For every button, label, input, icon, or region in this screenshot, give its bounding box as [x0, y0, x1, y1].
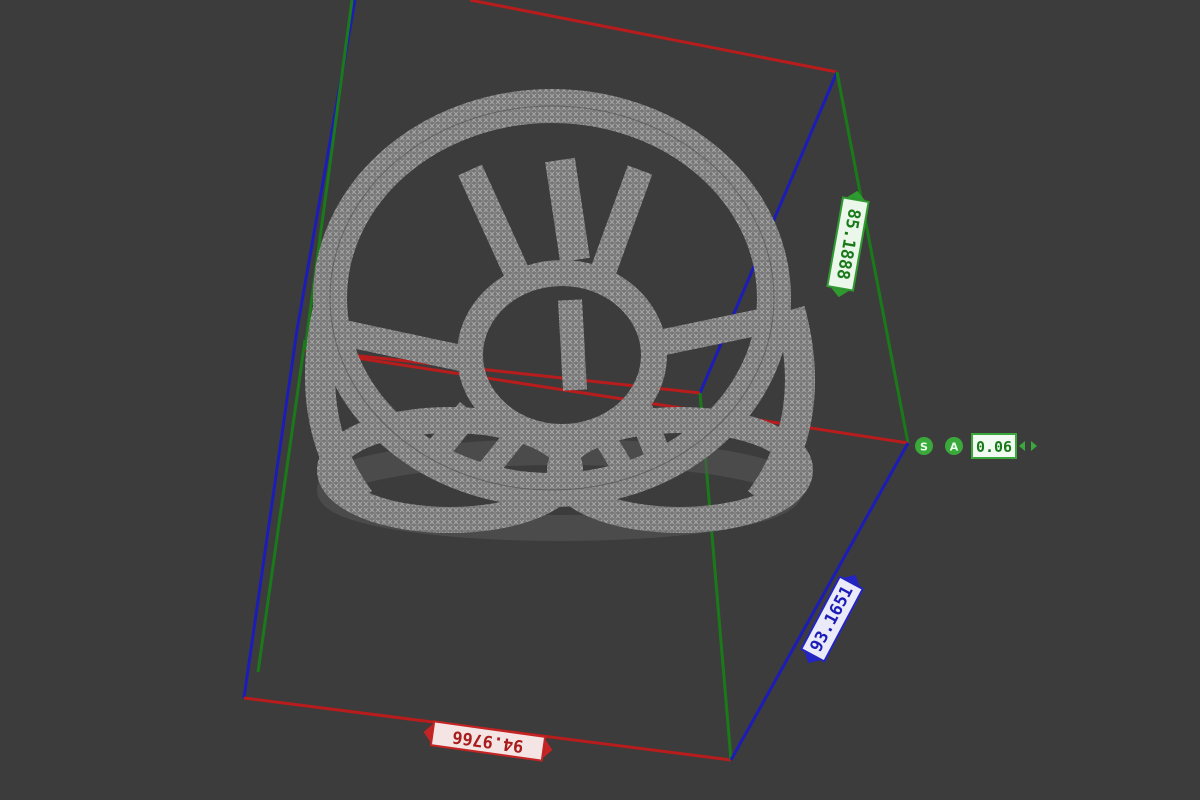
bbox-edge-x-top	[469, 0, 838, 74]
scale-a-button[interactable]: A	[945, 437, 963, 455]
viewport-canvas[interactable]: 85.1888 93.1651 94.9766 S A 0.06	[0, 0, 1200, 800]
scale-s-button[interactable]: S	[915, 437, 933, 455]
scale-increase-arrow-icon[interactable]	[1031, 441, 1037, 451]
bbox-edge-z-left	[242, 329, 299, 699]
3d-viewport[interactable]: 85.1888 93.1651 94.9766 S A 0.06	[0, 0, 1200, 800]
scale-control[interactable]: S A 0.06	[915, 433, 1037, 459]
dimension-width[interactable]: 94.9766	[422, 720, 554, 762]
scale-value: 0.06	[976, 438, 1012, 456]
dimension-depth[interactable]: 93.1651	[797, 569, 867, 670]
scale-value-field[interactable]: 0.06	[971, 433, 1017, 459]
bbox-edge-y-left	[256, 339, 307, 673]
scale-s-icon: S	[920, 441, 928, 454]
dimension-height[interactable]: 85.1888	[826, 189, 870, 300]
scale-a-icon: A	[950, 441, 959, 454]
mesh-model[interactable]	[305, 89, 815, 541]
scale-decrease-arrow-icon[interactable]	[1019, 441, 1025, 451]
